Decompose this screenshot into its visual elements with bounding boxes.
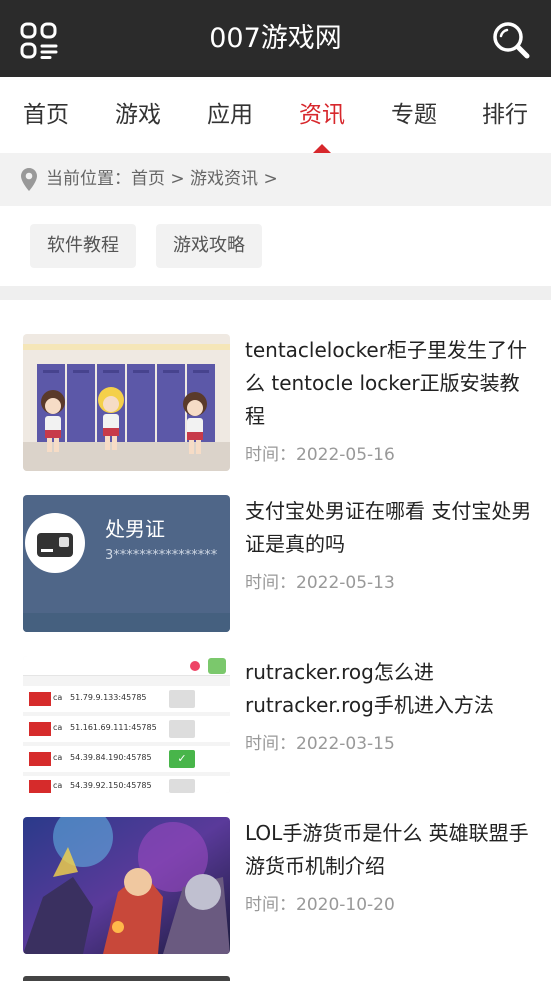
article-thumbnail[interactable]: ca 51.79.9.133:45785 ca 51.161.69.111:45… bbox=[23, 656, 230, 793]
tab-topics[interactable]: 专题 bbox=[374, 77, 454, 153]
proxy-row: ca 51.161.69.111:45785 bbox=[23, 716, 230, 742]
search-icon[interactable] bbox=[492, 21, 530, 59]
checkbox[interactable] bbox=[169, 779, 195, 793]
article-date: 时间：2020-10-20 bbox=[245, 895, 395, 915]
article-title[interactable]: LOL手游货币是什么 英雄联盟手游货币机制介绍 bbox=[245, 817, 535, 883]
article-thumbnail[interactable]: 处男证 3**************** bbox=[23, 495, 230, 632]
next-article-thumbnail-edge[interactable] bbox=[23, 976, 230, 981]
tab-rankings[interactable]: 排行 bbox=[465, 77, 545, 153]
article-title[interactable]: rutracker.rog怎么进 rutracker.rog手机进入方法 bbox=[245, 656, 535, 722]
article-date: 时间：2022-05-13 bbox=[245, 573, 395, 593]
location-pin-icon bbox=[21, 168, 37, 191]
tab-apps[interactable]: 应用 bbox=[190, 77, 270, 153]
card-title: 处男证 bbox=[105, 517, 165, 541]
card-number: 3**************** bbox=[105, 548, 218, 563]
checkbox-checked[interactable]: ✓ bbox=[169, 750, 195, 768]
browser-toolbar bbox=[23, 656, 230, 676]
list-item[interactable]: tentaclelocker柜子里发生了什么 tentocle locker正版… bbox=[0, 334, 551, 474]
tab-games[interactable]: 游戏 bbox=[98, 77, 178, 153]
extension-icon bbox=[208, 658, 226, 674]
list-item[interactable]: LOL手游货币是什么 英雄联盟手游货币机制介绍 时间：2020-10-20 bbox=[0, 817, 551, 957]
filter-game-guide[interactable]: 游戏攻略 bbox=[156, 224, 262, 268]
article-thumbnail[interactable] bbox=[23, 334, 230, 471]
list-item[interactable]: ca 51.79.9.133:45785 ca 51.161.69.111:45… bbox=[0, 656, 551, 796]
breadcrumb: 当前位置：首页 > 游戏资讯 > bbox=[0, 153, 551, 206]
filter-software-tutorial[interactable]: 软件教程 bbox=[30, 224, 136, 268]
article-thumbnail[interactable] bbox=[23, 817, 230, 954]
flag-icon bbox=[29, 722, 51, 736]
flower-icon bbox=[190, 661, 200, 671]
flag-icon bbox=[29, 752, 51, 766]
tab-home[interactable]: 首页 bbox=[6, 77, 86, 153]
tab-news[interactable]: 资讯 bbox=[282, 77, 362, 153]
checkbox[interactable] bbox=[169, 720, 195, 738]
article-date: 时间：2022-05-16 bbox=[245, 445, 395, 465]
active-tab-indicator bbox=[313, 144, 331, 153]
article-date: 时间：2022-03-15 bbox=[245, 734, 395, 754]
category-filters: 软件教程 游戏攻略 bbox=[0, 206, 551, 286]
proxy-row: ca 54.39.84.190:45785 ✓ bbox=[23, 746, 230, 772]
app-header: 007游戏网 bbox=[0, 0, 551, 77]
section-divider bbox=[0, 286, 551, 300]
flag-icon bbox=[29, 692, 51, 706]
article-title[interactable]: tentaclelocker柜子里发生了什么 tentocle locker正版… bbox=[245, 334, 535, 433]
proxy-row: ca 51.79.9.133:45785 bbox=[23, 686, 230, 712]
list-item[interactable]: 处男证 3**************** 支付宝处男证在哪看 支付宝处男证是真… bbox=[0, 495, 551, 635]
proxy-row: ca 54.39.92.150:45785 bbox=[23, 776, 230, 793]
article-title[interactable]: 支付宝处男证在哪看 支付宝处男证是真的吗 bbox=[245, 495, 535, 561]
checkbox[interactable] bbox=[169, 690, 195, 708]
breadcrumb-text: 当前位置：首页 > 游戏资讯 > bbox=[46, 169, 278, 189]
main-nav: 首页 游戏 应用 资讯 专题 排行 bbox=[0, 77, 551, 153]
site-title[interactable]: 007游戏网 bbox=[0, 20, 551, 58]
flag-icon bbox=[29, 780, 51, 793]
